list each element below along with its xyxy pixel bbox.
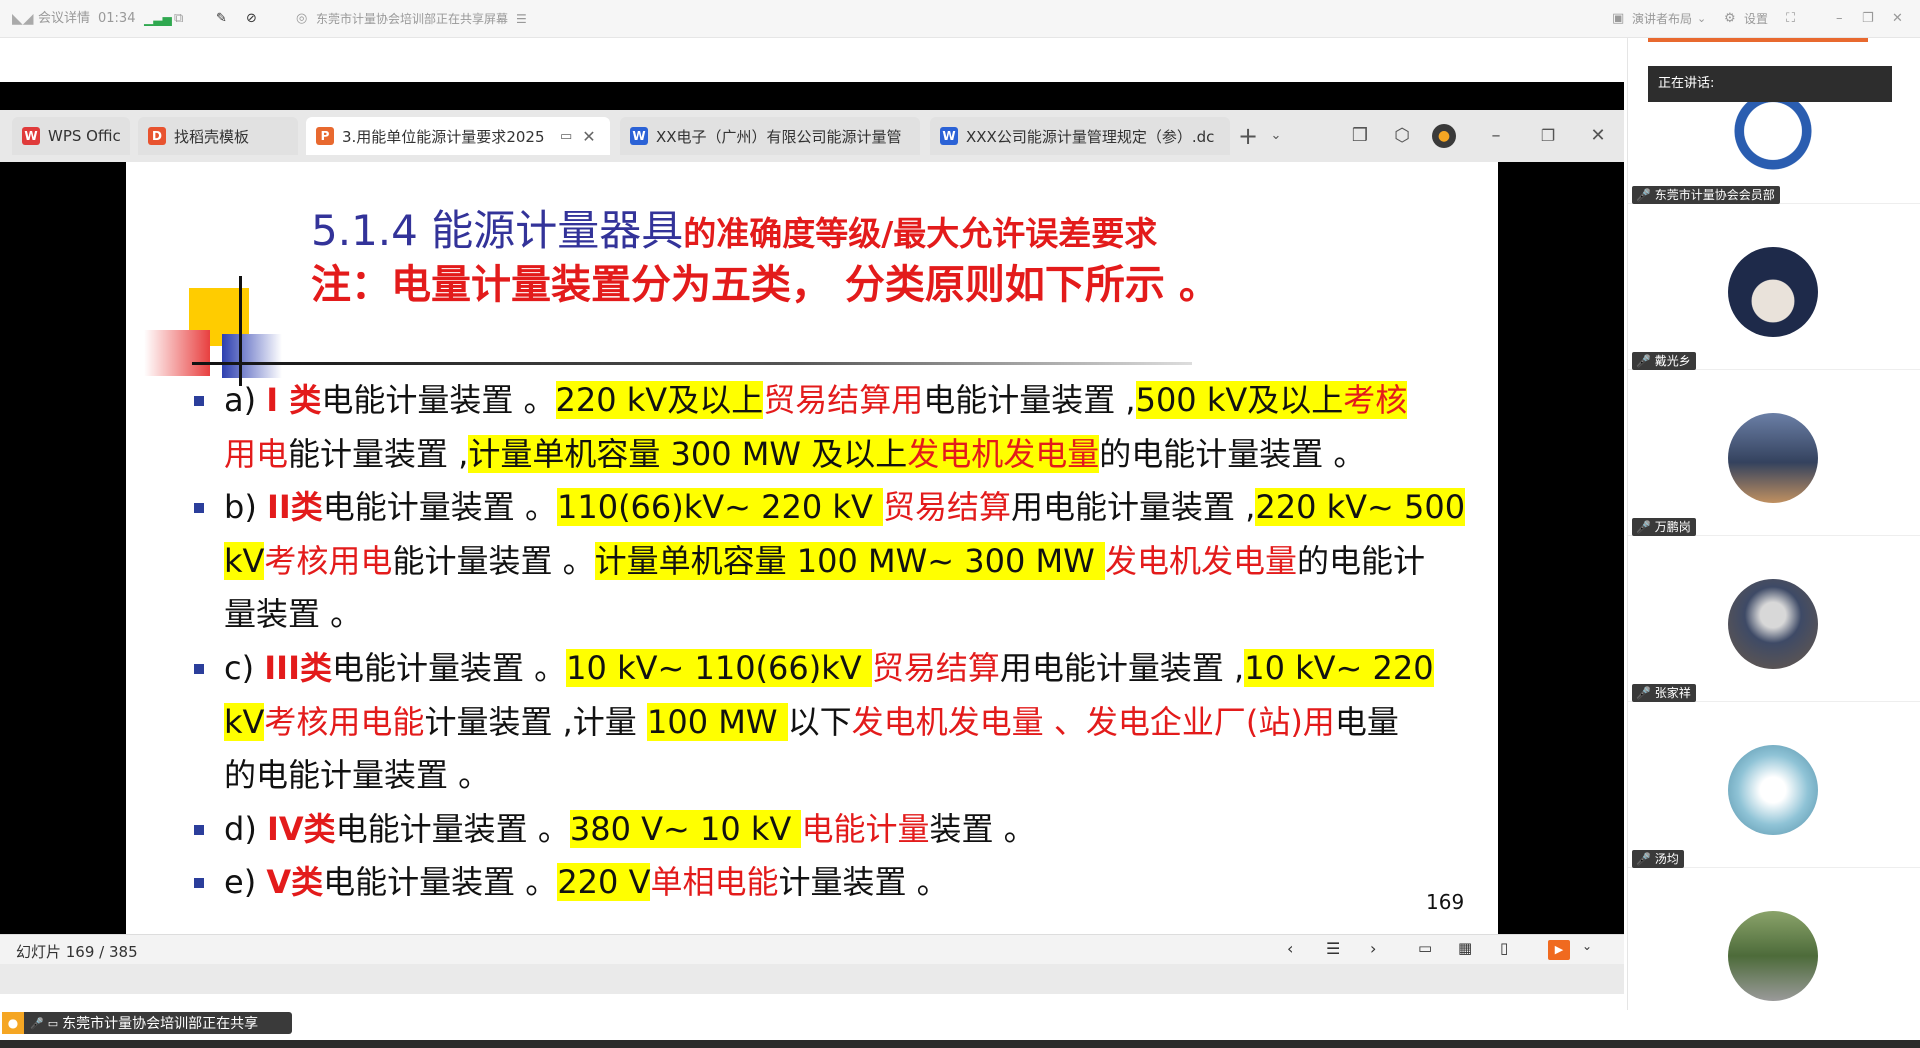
word-file-icon: W xyxy=(630,127,648,145)
avatar xyxy=(1728,247,1818,337)
slide-title: 5.1.4 能源计量器具的准确度等级/最大允许误差要求 xyxy=(311,206,1158,255)
restore-icon[interactable]: ❐ xyxy=(1536,124,1560,148)
normal-view-icon[interactable]: ▭ xyxy=(1418,939,1432,957)
close-icon[interactable]: ✕ xyxy=(1892,10,1903,28)
cube-icon[interactable]: ⬡ xyxy=(1390,124,1414,148)
share-status-text: 东莞市计量协会培训部正在共享屏幕 xyxy=(316,12,509,26)
sorter-view-icon[interactable]: ▦ xyxy=(1458,939,1472,957)
participant-name: 🎤 东莞市计量协会会员部 xyxy=(1632,186,1780,204)
docer-logo-icon: D xyxy=(148,127,166,145)
close-icon[interactable]: ✕ xyxy=(1586,124,1610,148)
slide: 5.1.4 能源计量器具的准确度等级/最大允许误差要求 注：电量计量装置分为五类… xyxy=(126,162,1498,934)
annotation-icon[interactable]: ✎ xyxy=(216,10,227,28)
signal-icon[interactable]: ▁▃▅ xyxy=(144,10,172,28)
settings-button[interactable]: 设置 xyxy=(1744,10,1768,28)
avatar xyxy=(1728,413,1818,503)
mic-icon: 🎤 xyxy=(30,1016,44,1030)
participants-panel: 正在讲话: 🎤 东莞市计量协会会员部 🎤 戴光乡 🎤 万鹏岗 🎤 张家祥 🎤 汤… xyxy=(1627,38,1920,1040)
new-tab-icon[interactable]: + xyxy=(1236,124,1260,148)
bullet-icon xyxy=(194,396,204,406)
tab-presentation-active[interactable]: P 3.用能单位能源计量要求2025 ▭ ✕ xyxy=(306,117,610,155)
decor-blue-block xyxy=(222,334,282,378)
participant-name: 🎤 戴光乡 xyxy=(1632,352,1696,370)
speaking-indicator: 正在讲话: xyxy=(1648,66,1892,102)
tab-doc-regulation[interactable]: W XXX公司能源计量管理规定（参）.dc xyxy=(930,117,1230,155)
chevron-down-icon[interactable]: ⌄ xyxy=(1697,10,1706,28)
list-item: a) I 类电能计量装置 。220 kV及以上贸易结算用电能计量装置 ,500 … xyxy=(184,374,1484,481)
minimize-icon[interactable]: – xyxy=(1836,10,1843,28)
bullet-icon xyxy=(194,824,204,835)
slide-counter: 幻灯片 169 / 385 xyxy=(16,943,138,961)
tab-doc-guangzhou[interactable]: W XX电子（广州）有限公司能源计量管 xyxy=(620,117,920,155)
layout-button[interactable]: 演讲者布局 xyxy=(1632,10,1692,28)
bullet-list: a) I 类电能计量装置 。220 kV及以上贸易结算用电能计量装置 ,500 … xyxy=(184,374,1484,910)
avatar xyxy=(1728,911,1818,1001)
participant-tile[interactable]: 🎤 张家祥 xyxy=(1628,536,1920,702)
avatar xyxy=(1728,745,1818,835)
next-slide-icon[interactable]: › xyxy=(1370,939,1376,958)
participant-tile[interactable]: 正在讲话: 🎤 东莞市计量协会会员部 xyxy=(1628,38,1920,204)
list-item: d) IV类电能计量装置 。380 V~ 10 kV 电能计量装置 。 xyxy=(184,803,1484,857)
ppt-file-icon: P xyxy=(316,127,334,145)
participant-name: 🎤 汤均 xyxy=(1632,850,1684,868)
play-slideshow-icon[interactable]: ▶ xyxy=(1548,940,1570,960)
gear-icon[interactable]: ⚙ xyxy=(1724,10,1736,28)
list-item: c) III类电能计量装置 。10 kV~ 110(66)kV 贸易结算用电能计… xyxy=(184,642,1484,803)
layout-icon[interactable]: ▣ xyxy=(1612,10,1624,28)
bullet-icon xyxy=(194,878,204,889)
meeting-app: ◣◢ 会议详情 01:34 ▁▃▅ ⧉ ✎ ⊘ ◎ 东莞市计量协会培训部正在共享… xyxy=(0,0,1920,1048)
wps-status-bar: 幻灯片 169 / 385 ‹ ☰ › ▭ ▦ ▯ ▶ ⌄ xyxy=(0,934,1624,964)
chevron-down-icon[interactable]: ⌄ xyxy=(1582,939,1592,953)
minimize-icon[interactable]: – xyxy=(1484,124,1508,148)
participant-tile[interactable]: 🎤 戴光乡 xyxy=(1628,204,1920,370)
share-status-icon: ◎ xyxy=(296,11,308,26)
participant-name: 🎤 万鹏岗 xyxy=(1632,518,1696,536)
tab-wps-office[interactable]: W WPS Offic xyxy=(12,117,130,155)
share-indicator[interactable]: ● 🎤 ▭ 东莞市计量协会培训部正在共享 xyxy=(2,1012,292,1034)
wps-bottom-area xyxy=(0,964,1624,994)
slide-list-icon[interactable]: ☰ xyxy=(1326,939,1340,958)
share-black-band xyxy=(0,82,1624,110)
avatar[interactable]: ● xyxy=(1432,124,1456,148)
tab-close-icon[interactable]: ✕ xyxy=(582,127,595,146)
decor-red-block xyxy=(144,330,210,376)
meeting-logo-icon: ◣◢ xyxy=(12,11,34,27)
screen-share-icon: ▭ xyxy=(47,1016,59,1030)
monitor-icon[interactable]: ▭ xyxy=(560,129,572,144)
word-file-icon: W xyxy=(940,127,958,145)
bullet-icon xyxy=(194,663,204,674)
tab-template[interactable]: D 找稻壳模板 xyxy=(138,117,298,155)
participant-tile[interactable]: 🎤 汤均 xyxy=(1628,702,1920,868)
slide-subtitle: 注：电量计量装置分为五类， 分类原则如下所示 。 xyxy=(311,262,1219,308)
window-list-icon[interactable]: ❒ xyxy=(1348,124,1372,148)
menu-icon[interactable]: ☰ xyxy=(516,10,527,28)
user-icon: ● xyxy=(2,1012,24,1034)
meeting-timer: 01:34 xyxy=(98,11,136,26)
fullscreen-icon[interactable]: ⛶ xyxy=(1786,10,1795,28)
participant-name: 🎤 张家祥 xyxy=(1632,684,1696,702)
meeting-top-bar: ◣◢ 会议详情 01:34 ▁▃▅ ⧉ ✎ ⊘ ◎ 东莞市计量协会培训部正在共享… xyxy=(0,0,1920,38)
wps-tab-bar: W WPS Offic D 找稻壳模板 P 3.用能单位能源计量要求2025 ▭… xyxy=(0,110,1624,162)
slide-stage: 5.1.4 能源计量器具的准确度等级/最大允许误差要求 注：电量计量装置分为五类… xyxy=(0,162,1624,934)
reading-view-icon[interactable]: ▯ xyxy=(1500,939,1508,957)
chevron-down-icon[interactable]: ⌄ xyxy=(1264,124,1288,148)
wps-logo-icon: W xyxy=(22,127,40,145)
restore-icon[interactable]: ❐ xyxy=(1862,10,1874,28)
bullet-icon xyxy=(194,503,204,514)
slide-page-number: 169 xyxy=(1426,890,1465,914)
external-window-icon[interactable]: ⧉ xyxy=(174,10,183,28)
list-item: b) II类电能计量装置 。110(66)kV~ 220 kV 贸易结算用电能计… xyxy=(184,481,1484,642)
meeting-info-button[interactable]: 会议详情 xyxy=(38,10,90,28)
avatar xyxy=(1728,579,1818,669)
title-divider xyxy=(192,362,1192,365)
hide-icon[interactable]: ⊘ xyxy=(246,10,257,28)
decor-vertical-line xyxy=(239,276,242,386)
share-area-margin xyxy=(0,38,1624,82)
prev-slide-icon[interactable]: ‹ xyxy=(1287,939,1293,958)
participant-tile[interactable]: 🎤 万鹏岗 xyxy=(1628,370,1920,536)
taskbar-strip xyxy=(0,1040,1920,1048)
list-item: e) V类电能计量装置 。220 V单相电能计量装置 。 xyxy=(184,856,1484,910)
